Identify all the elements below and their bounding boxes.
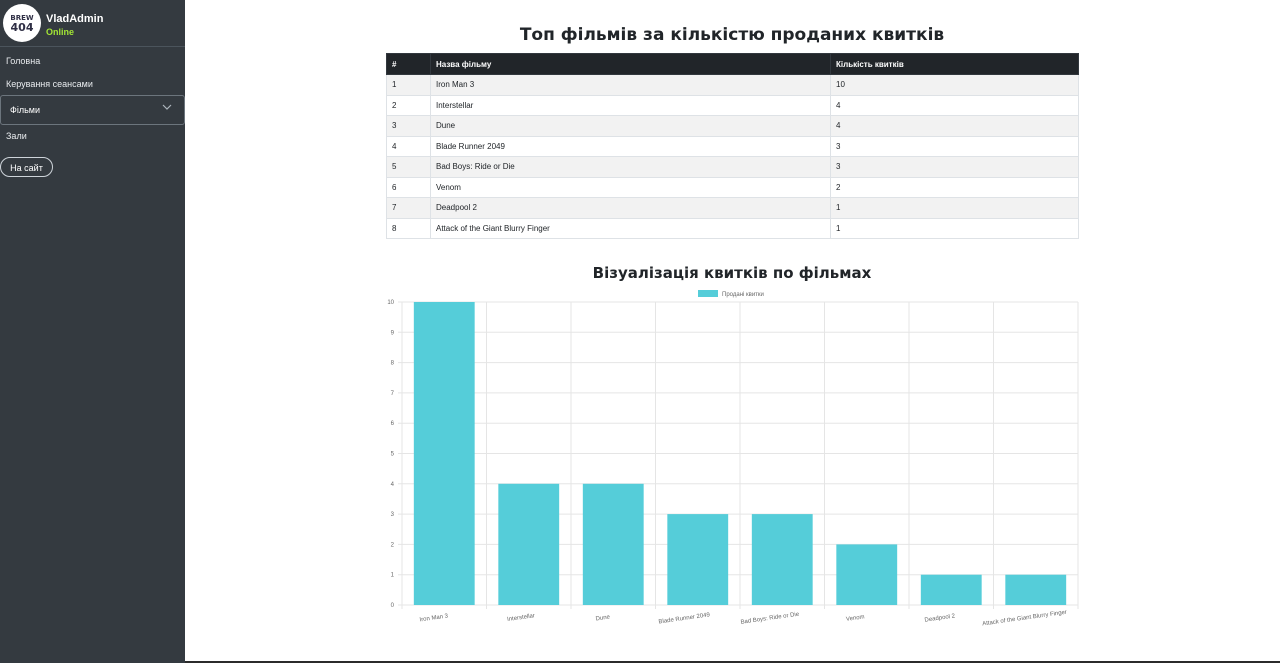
cell-film: Blade Runner 2049 bbox=[430, 135, 831, 157]
cell-tickets: 10 bbox=[830, 74, 1079, 96]
cell-tickets: 2 bbox=[830, 176, 1079, 198]
cell-rank: 5 bbox=[386, 156, 431, 178]
nav-item-films-label: Фільми bbox=[10, 105, 40, 115]
brand: BREW 404 VladAdmin Online bbox=[3, 4, 185, 44]
table-title: Топ фільмів за кількістю проданих квиткі… bbox=[519, 25, 945, 45]
to-site-button[interactable]: На сайт bbox=[0, 157, 53, 177]
nav-item-sessions[interactable]: Керування сеансами bbox=[6, 79, 93, 89]
cell-tickets: 4 bbox=[830, 115, 1079, 137]
table-row: 6 Venom 2 bbox=[386, 176, 1079, 198]
table-row: 4 Blade Runner 2049 3 bbox=[386, 135, 1079, 157]
cell-film: Dune bbox=[430, 115, 831, 137]
x-tick-label: Iron Man 3 bbox=[419, 613, 449, 623]
cell-tickets: 1 bbox=[830, 197, 1079, 219]
y-tick-label: 7 bbox=[391, 391, 395, 397]
y-tick-label: 0 bbox=[391, 603, 395, 609]
x-tick-label: Attack of the Giant Blurry Finger bbox=[982, 610, 1067, 628]
header-tickets: Кількість квитків bbox=[830, 53, 1079, 75]
cell-tickets: 1 bbox=[830, 217, 1079, 239]
table-row: 2 Interstellar 4 bbox=[386, 94, 1079, 116]
bar bbox=[413, 302, 475, 605]
tickets-bar-chart: 0 1 2 3 4 5 6 7 8 9 10 Iron Man 3 Interstellar Dune Bl… bbox=[387, 290, 1079, 628]
y-tick-label: 9 bbox=[391, 330, 395, 336]
nav-item-films[interactable]: Фільми bbox=[0, 95, 185, 125]
sidebar-divider bbox=[0, 46, 185, 47]
y-tick-label: 6 bbox=[391, 421, 395, 427]
logo-text-bottom: 404 bbox=[10, 20, 34, 34]
x-tick-label: Dune bbox=[595, 614, 611, 622]
y-tick-label: 3 bbox=[391, 512, 395, 518]
chart-title: Візуалізація квитків по фільмах bbox=[592, 264, 872, 282]
x-tick-label: Venom bbox=[846, 614, 865, 623]
table-row: 3 Dune 4 bbox=[386, 115, 1079, 137]
cell-rank: 6 bbox=[386, 176, 431, 198]
x-tick-label: Bad Boys: Ride or Die bbox=[740, 612, 800, 626]
y-tick-label: 2 bbox=[391, 542, 395, 548]
header-film-name: Назва фільму bbox=[430, 53, 831, 75]
chevron-down-icon[interactable] bbox=[162, 102, 172, 112]
table-row: 7 Deadpool 21 bbox=[386, 197, 1079, 219]
cell-rank: 1 bbox=[386, 74, 431, 96]
table-row: 5 Bad Boys: Ride or Die 3 bbox=[386, 156, 1079, 178]
sidebar: BREW 404 VladAdmin Online Головна Керува… bbox=[0, 0, 185, 663]
bar bbox=[920, 574, 982, 605]
cell-rank: 8 bbox=[386, 217, 431, 239]
header-rank: # bbox=[386, 53, 431, 75]
cell-film: Deadpool 2 bbox=[430, 197, 831, 219]
y-tick-label: 1 bbox=[391, 573, 395, 579]
y-tick-label: 8 bbox=[391, 361, 395, 367]
bar bbox=[498, 483, 560, 605]
cell-tickets: 3 bbox=[830, 156, 1079, 178]
y-tick-label: 4 bbox=[391, 482, 395, 488]
top-films-table: # Назва фільму Кількість квитків 1 Iron M… bbox=[386, 53, 1079, 239]
table-row: 8 Attack of the Giant Blurry Finger 1 bbox=[386, 217, 1079, 239]
y-tick-label: 10 bbox=[387, 300, 394, 306]
user-name: VladAdmin bbox=[46, 13, 104, 25]
cell-film: Interstellar bbox=[430, 94, 831, 116]
nav-item-home[interactable]: Головна bbox=[6, 56, 40, 66]
cell-film: Iron Man 3 bbox=[430, 74, 831, 96]
brand-logo: BREW 404 bbox=[3, 4, 41, 42]
bar bbox=[751, 514, 813, 605]
cell-film: Bad Boys: Ride or Die bbox=[430, 156, 831, 178]
bar bbox=[836, 544, 898, 605]
nav-item-halls[interactable]: Зали bbox=[6, 131, 27, 141]
x-tick-label: Blade Runner 2049 bbox=[658, 612, 711, 625]
cell-tickets: 3 bbox=[830, 135, 1079, 157]
x-tick-label: Deadpool 2 bbox=[924, 613, 956, 623]
user-status: Online bbox=[46, 27, 75, 37]
legend-swatch bbox=[698, 290, 718, 297]
y-tick-label: 5 bbox=[391, 452, 395, 458]
cell-rank: 2 bbox=[386, 94, 431, 116]
cell-rank: 4 bbox=[386, 135, 431, 157]
legend-label: Продані квитки bbox=[722, 292, 764, 298]
cell-film: Venom bbox=[430, 176, 831, 198]
cell-rank: 7 bbox=[386, 197, 431, 219]
bar bbox=[582, 483, 644, 605]
bar bbox=[1005, 574, 1067, 605]
x-tick-label: Interstellar bbox=[507, 613, 536, 623]
table-header-row: # Назва фільму Кількість квитків bbox=[386, 53, 1079, 75]
bar bbox=[667, 514, 729, 605]
cell-tickets: 4 bbox=[830, 94, 1079, 116]
cell-film: Attack of the Giant Blurry Finger bbox=[430, 217, 831, 239]
table-row: 1 Iron Man 3 10 bbox=[386, 74, 1079, 96]
cell-rank: 3 bbox=[386, 115, 431, 137]
